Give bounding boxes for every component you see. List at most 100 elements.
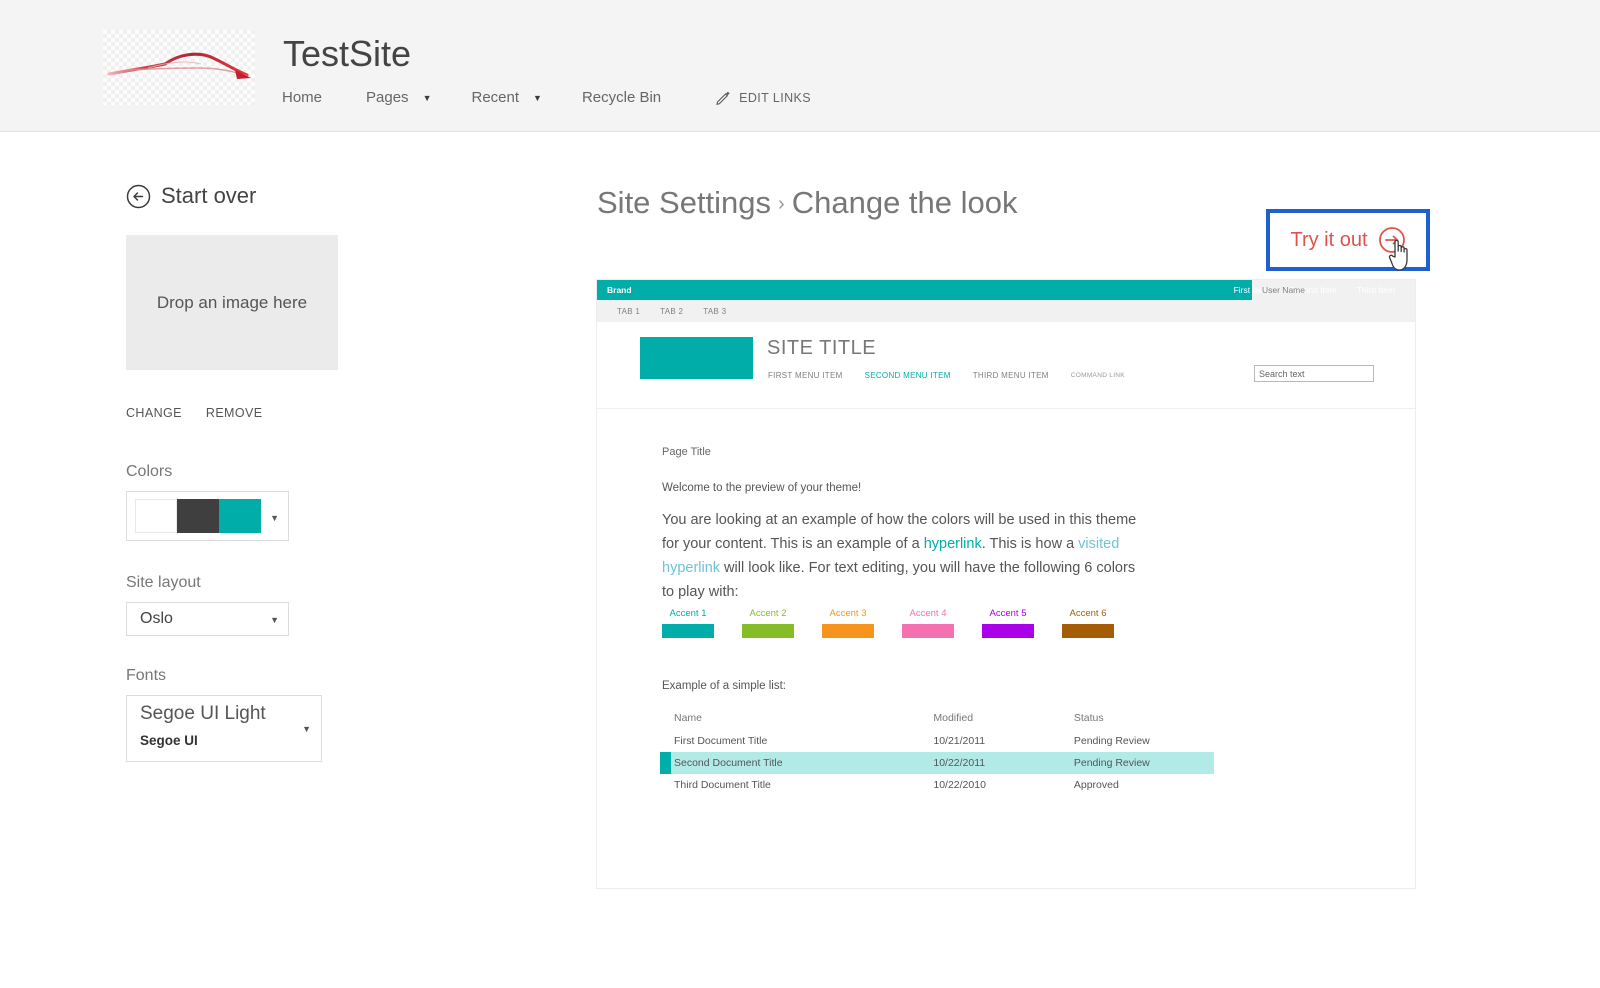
accent-chip-3: [822, 624, 874, 638]
image-actions: CHANGE REMOVE: [126, 406, 286, 420]
accent-chip-1: [662, 624, 714, 638]
top-navigation: Home Pages ▼ Recent ▼ Recycle Bin EDIT L…: [278, 85, 811, 111]
fonts-label: Fonts: [126, 667, 167, 684]
cell-modified: 10/22/2011: [919, 752, 1060, 774]
table-row-selected: Second Document Title 10/22/2011 Pending…: [660, 752, 1214, 774]
main-content: Site Settings › Change the look Try it out…: [560, 131, 1600, 988]
fonts-heading-value: Segoe UI Light: [140, 703, 266, 724]
theme-options-sidebar: Start over Drop an image here CHANGE REM…: [0, 131, 560, 988]
colors-label: Colors: [126, 463, 173, 480]
image-dropzone[interactable]: Drop an image here: [126, 235, 338, 370]
cell-status: Approved: [1073, 779, 1119, 791]
preview-user-name: User Name: [1262, 285, 1305, 295]
back-circle-arrow-icon: [126, 184, 151, 209]
column-header-name: Name: [674, 712, 703, 724]
edit-links-button[interactable]: EDIT LINKS: [715, 90, 811, 106]
cell-status: Pending Review: [1073, 735, 1150, 747]
colors-swatch-preview: [135, 499, 261, 533]
site-layout-dropdown[interactable]: Oslo ▼: [126, 602, 289, 636]
start-over-button[interactable]: Start over: [126, 183, 256, 209]
image-dropzone-label: Drop an image here: [156, 292, 308, 312]
preview-header: SITE TITLE FIRST MENU ITEM SECOND MENU I…: [597, 322, 1415, 409]
preview-paragraph-part-2: . This is how a: [981, 536, 1079, 552]
preview-suite-link-third: Third Item: [1356, 285, 1395, 295]
preview-tab-row: TAB 1 TAB 2 TAB 3: [597, 300, 1415, 322]
preview-body: SITE TITLE FIRST MENU ITEM SECOND MENU I…: [597, 322, 1415, 888]
preview-brand-label: Brand: [607, 285, 632, 295]
accent-label-1: Accent 1: [669, 608, 707, 619]
accent-cell-2: Accent 2: [742, 608, 794, 638]
preview-menu-item-third: THIRD MENU ITEM: [972, 371, 1049, 380]
edit-links-label: EDIT LINKS: [739, 91, 811, 105]
nav-item-home[interactable]: Home: [278, 87, 326, 109]
suite-bar: TestSite Home Pages ▼ Recent ▼ Recycle B…: [0, 0, 1600, 132]
color-swatch-1: [135, 499, 177, 533]
page-title: Change the look: [791, 185, 1018, 220]
accent-chip-5: [982, 624, 1034, 638]
preview-list-caption: Example of a simple list:: [662, 680, 786, 692]
preview-search-value: Search text: [1259, 369, 1305, 379]
accent-chip-4: [902, 624, 954, 638]
try-it-out-label: Try it out: [1290, 228, 1368, 251]
cell-modified: 10/22/2010: [933, 779, 986, 791]
cell-name: Second Document Title: [660, 752, 920, 774]
preview-page-title: Page Title: [662, 446, 711, 458]
breadcrumb-separator-icon: ›: [778, 193, 785, 215]
site-layout-label: Site layout: [126, 574, 201, 591]
preview-document-table: Name Modified Status First Document Titl…: [660, 708, 1214, 796]
table-row: Third Document Title 10/22/2010 Approved: [660, 774, 1214, 796]
car-silhouette-logo: [103, 30, 255, 105]
accent-label-4: Accent 4: [909, 608, 947, 619]
color-swatch-2: [177, 499, 219, 533]
chevron-down-icon-layout[interactable]: ▼: [270, 615, 279, 625]
cell-name: Third Document Title: [674, 779, 771, 791]
accent-label-5: Accent 5: [989, 608, 1027, 619]
accent-cell-3: Accent 3: [822, 608, 874, 638]
pencil-icon: [715, 90, 731, 106]
accent-cell-1: Accent 1: [662, 608, 714, 638]
preview-site-title: SITE TITLE: [767, 337, 877, 359]
change-image-button[interactable]: CHANGE: [126, 406, 182, 420]
chevron-down-icon-pages[interactable]: ▼: [423, 87, 432, 109]
preview-accent-swatches: Accent 1 Accent 2 Accent 3 Accent 4 Acce…: [662, 608, 1114, 638]
preview-suite-bar-accent: [597, 280, 1252, 300]
cell-name: First Document Title: [674, 735, 768, 747]
preview-tab-2: TAB 2: [660, 306, 684, 316]
nav-item-recycle-bin[interactable]: Recycle Bin: [578, 87, 665, 109]
try-it-out-highlight-box: Try it out: [1266, 209, 1430, 271]
preview-logo-placeholder: [640, 337, 753, 379]
preview-tab-3: TAB 3: [703, 306, 727, 316]
accent-cell-5: Accent 5: [982, 608, 1034, 638]
chevron-down-icon-colors[interactable]: ▼: [270, 513, 279, 523]
cell-modified: 10/21/2011: [933, 735, 986, 747]
theme-preview-pane[interactable]: Brand First Item Second Item Third Item …: [596, 279, 1416, 889]
chevron-down-icon-fonts[interactable]: ▼: [302, 724, 311, 734]
colors-dropdown[interactable]: ▼: [126, 491, 289, 541]
fonts-dropdown[interactable]: Segoe UI Light Segoe UI ▼: [126, 695, 322, 762]
table-header-row: Name Modified Status: [660, 708, 1214, 730]
preview-paragraph-part-3: will look like. For text editing, you wi…: [662, 560, 1136, 600]
remove-image-button[interactable]: REMOVE: [206, 406, 263, 420]
preview-hyperlink: hyperlink: [923, 536, 982, 552]
accent-label-6: Accent 6: [1069, 608, 1107, 619]
preview-tab-1: TAB 1: [617, 306, 641, 316]
chevron-down-icon-recent[interactable]: ▼: [533, 87, 542, 109]
circle-arrow-right-icon: [1378, 226, 1406, 254]
accent-chip-2: [742, 624, 794, 638]
preview-menu-item-second: SECOND MENU ITEM: [864, 371, 951, 380]
try-it-out-button[interactable]: Try it out: [1270, 213, 1426, 267]
cell-status: Pending Review: [1059, 752, 1214, 774]
start-over-label: Start over: [161, 183, 257, 208]
preview-menu-item-first: FIRST MENU ITEM: [768, 371, 843, 380]
column-header-status: Status: [1073, 712, 1104, 724]
nav-item-pages[interactable]: Pages: [362, 87, 413, 109]
breadcrumb: Site Settings › Change the look: [597, 184, 1018, 223]
preview-search-input: Search text: [1254, 365, 1374, 382]
nav-item-recent[interactable]: Recent: [467, 87, 523, 109]
site-title[interactable]: TestSite: [283, 33, 411, 75]
preview-paragraph: You are looking at an example of how the…: [662, 508, 1146, 604]
breadcrumb-site-settings[interactable]: Site Settings: [597, 185, 771, 220]
accent-cell-6: Accent 6: [1062, 608, 1114, 638]
accent-chip-6: [1062, 624, 1114, 638]
accent-cell-4: Accent 4: [902, 608, 954, 638]
